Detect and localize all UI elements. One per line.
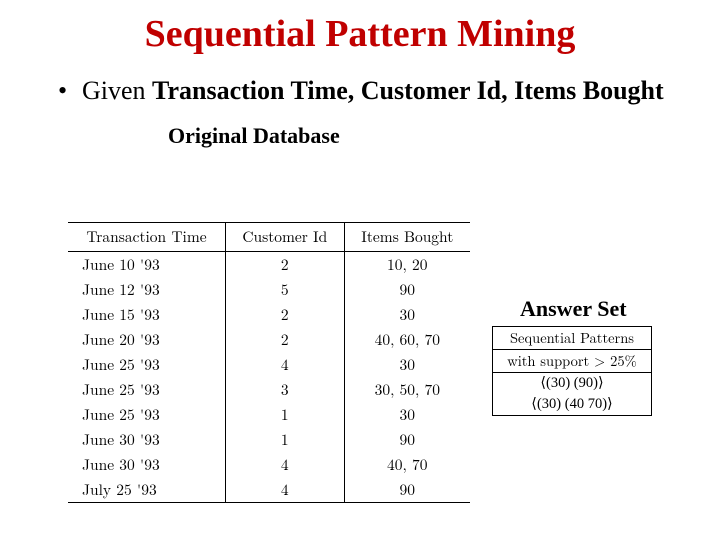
table-cell: June 12 '93 <box>68 277 226 302</box>
answer-set-table: Sequential Patterns with support > 25% ⟨… <box>492 326 652 416</box>
table-cell: June 10 '93 <box>68 252 226 278</box>
table-cell: 1 <box>226 402 345 427</box>
bullet-item: • Given Transaction Time, Customer Id, I… <box>0 74 720 107</box>
table-cell: ⟨(30) (40 70)⟩ <box>493 394 652 416</box>
col-header: Sequential Patterns <box>493 327 652 350</box>
original-db-table: Transaction Time Customer Id Items Bough… <box>68 222 470 503</box>
table-cell: 30 <box>344 352 470 377</box>
table-cell: June 30 '93 <box>68 427 226 452</box>
table-cell: June 25 '93 <box>68 352 226 377</box>
table-cell: June 15 '93 <box>68 302 226 327</box>
original-db-caption: Original Database <box>0 123 720 149</box>
table-cell: 10, 20 <box>344 252 470 278</box>
table-cell: 4 <box>226 452 345 477</box>
col-header: Customer Id <box>226 223 345 252</box>
answer-set-caption: Answer Set <box>520 296 627 322</box>
col-header: Transaction Time <box>68 223 226 252</box>
table-cell: 30, 50, 70 <box>344 377 470 402</box>
table-cell: 4 <box>226 352 345 377</box>
table-cell: 4 <box>226 477 345 503</box>
table-cell: 40, 70 <box>344 452 470 477</box>
col-header: Items Bought <box>344 223 470 252</box>
table-cell: June 20 '93 <box>68 327 226 352</box>
table-cell: July 25 '93 <box>68 477 226 503</box>
table-cell: 2 <box>226 302 345 327</box>
table-cell: 2 <box>226 327 345 352</box>
table-cell: June 25 '93 <box>68 377 226 402</box>
table-cell: June 25 '93 <box>68 402 226 427</box>
table-cell: 40, 60, 70 <box>344 327 470 352</box>
table-cell: 5 <box>226 277 345 302</box>
table-cell: 90 <box>344 277 470 302</box>
table-cell: 30 <box>344 402 470 427</box>
table-cell: 90 <box>344 477 470 503</box>
col-header: with support > 25% <box>493 350 652 373</box>
bullet-dot-icon: • <box>58 74 82 107</box>
table-cell: ⟨(30) (90)⟩ <box>493 373 652 395</box>
bullet-bold: Transaction Time, Customer Id, Items Bou… <box>152 76 664 105</box>
table-cell: June 30 '93 <box>68 452 226 477</box>
table-cell: 1 <box>226 427 345 452</box>
bullet-prefix: Given <box>82 76 152 105</box>
table-cell: 30 <box>344 302 470 327</box>
table-cell: 2 <box>226 252 345 278</box>
bullet-text: Given Transaction Time, Customer Id, Ite… <box>82 74 664 107</box>
page-title: Sequential Pattern Mining <box>0 0 720 56</box>
table-cell: 3 <box>226 377 345 402</box>
table-cell: 90 <box>344 427 470 452</box>
